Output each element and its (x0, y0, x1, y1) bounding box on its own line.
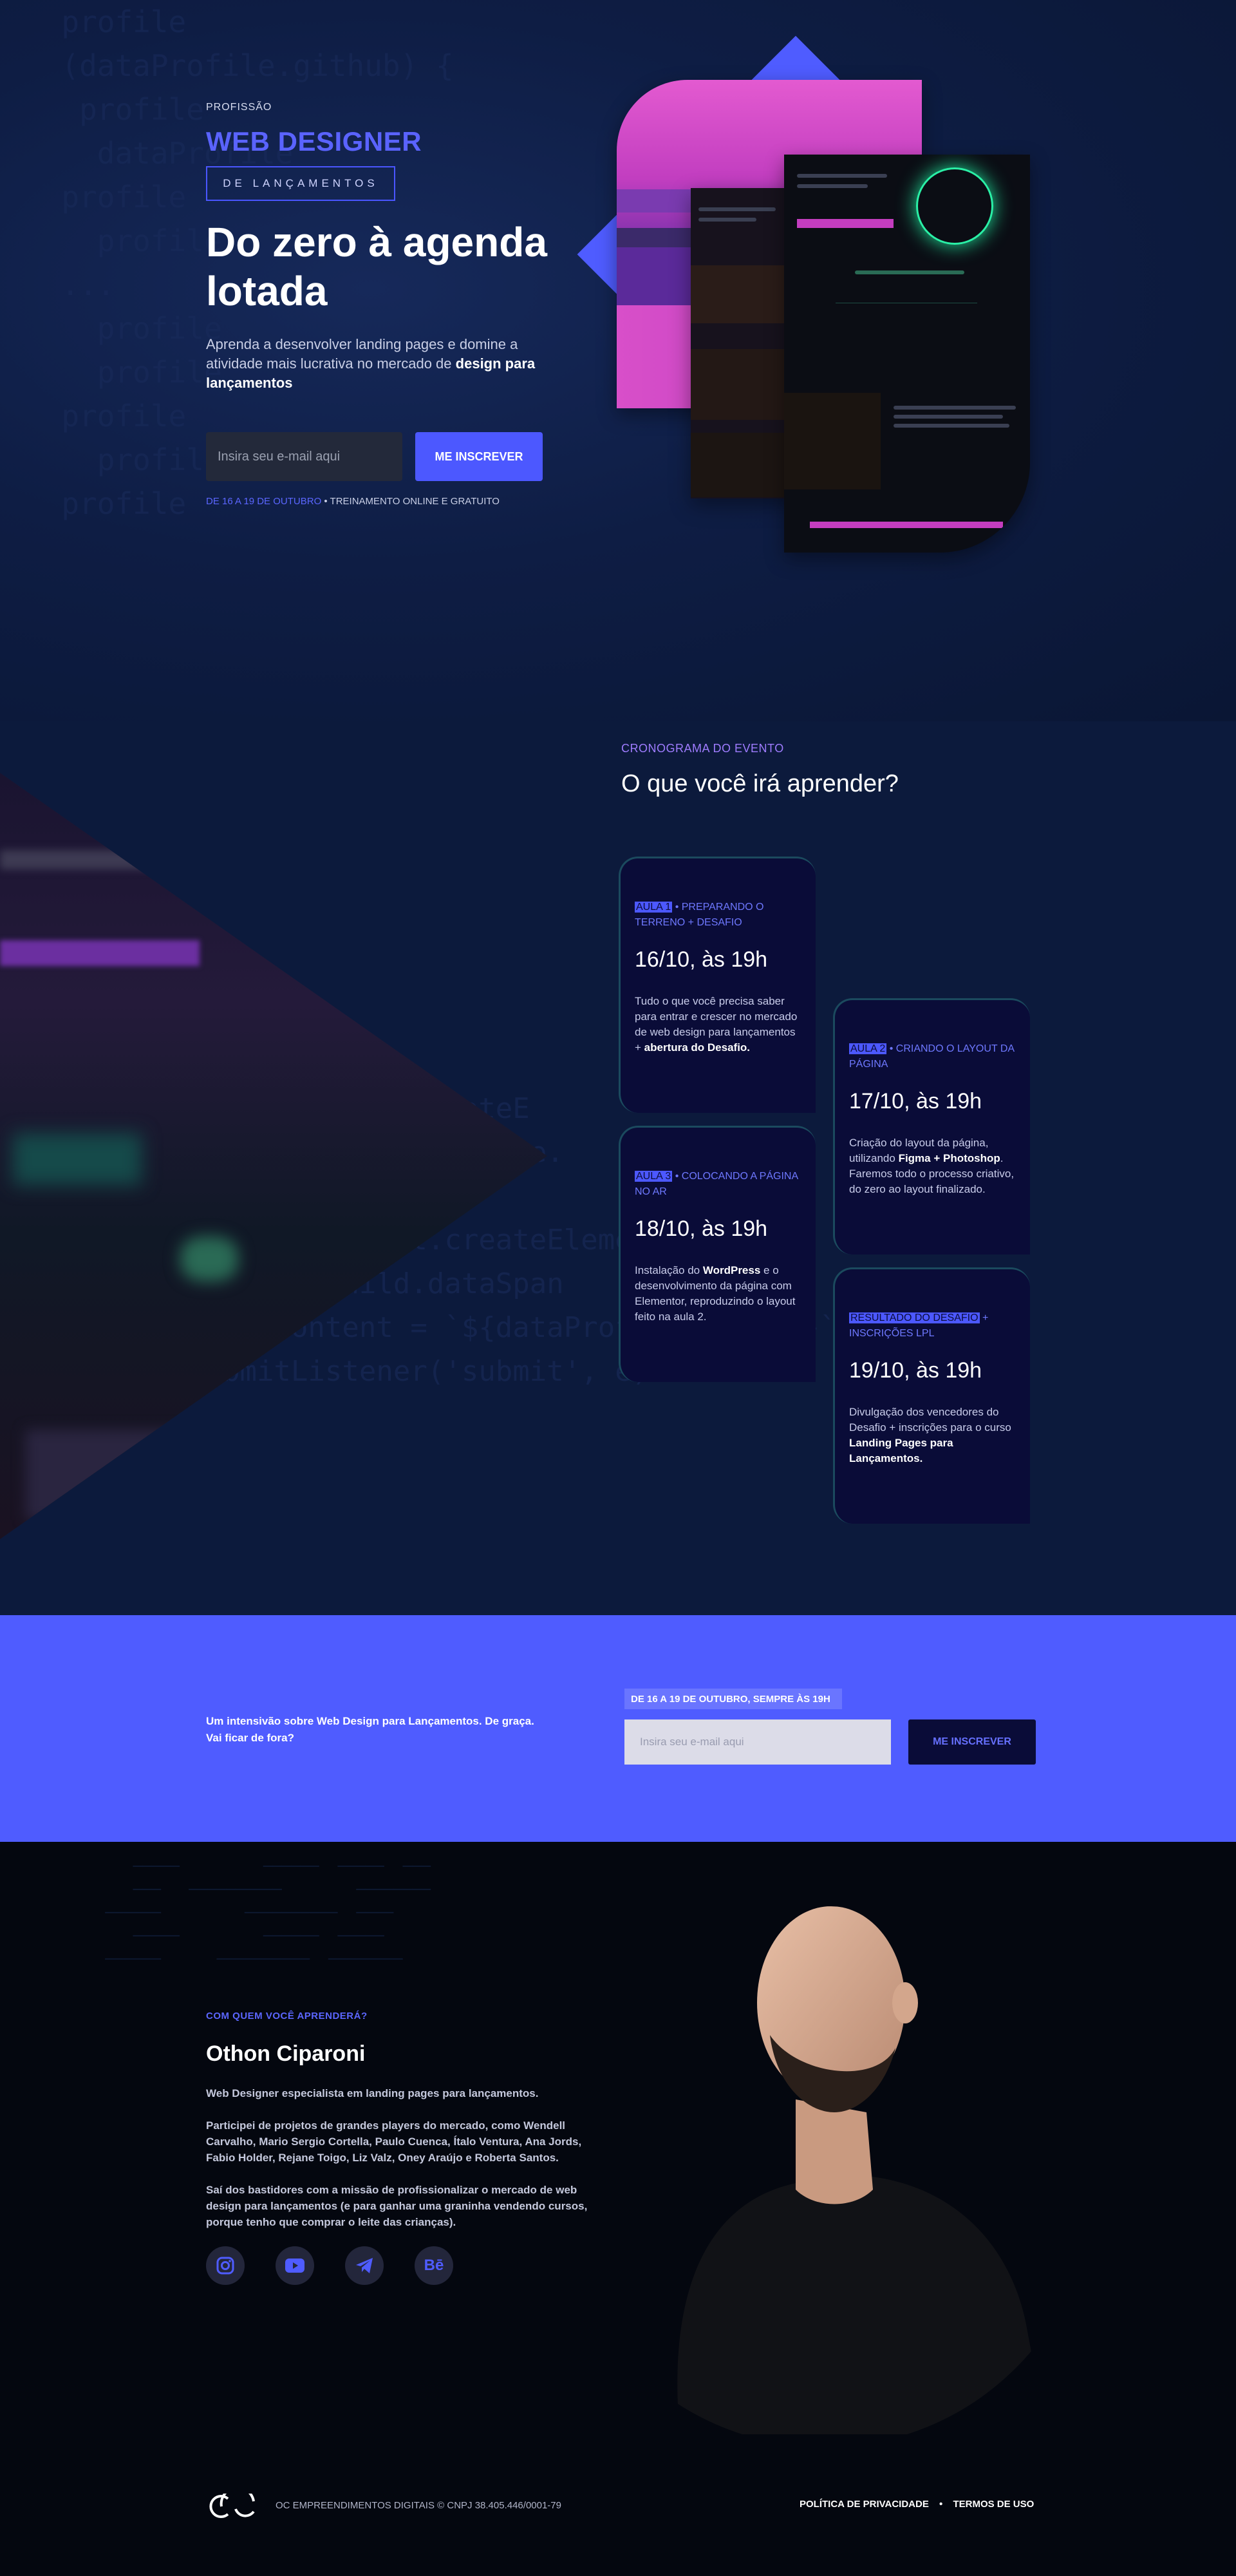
telegram-icon[interactable] (345, 2246, 384, 2285)
band-email-input[interactable] (624, 1719, 891, 1765)
instructor-name: Othon Ciparoni (206, 2041, 366, 2066)
signup-band: Um intensivão sobre Web Design para Lanç… (0, 1615, 1236, 1842)
schedule-card: AULA 3 • COLOCANDO A PÁGINA NO AR 18/10,… (619, 1126, 816, 1382)
about-section: ───── ────── ───── ─── ─── ────────── ──… (0, 1842, 1236, 2576)
oc-logo (209, 2494, 255, 2518)
about-paragraph: Participei de projetos de grandes player… (206, 2119, 582, 2164)
card-text-b: WordPress (702, 1264, 761, 1276)
footer-links: POLÍTICA DE PRIVACIDADE • TERMOS DE USO (796, 2499, 1038, 2510)
schedule-title: O que você irá aprender? (621, 770, 899, 797)
card-date: 18/10, às 19h (635, 1217, 768, 1241)
card-tag-highlight: AULA 1 (635, 902, 673, 913)
code-background: ───── ────── ───── ─── ─── ────────── ──… (105, 1857, 431, 1968)
card-text: Instalação do WordPress e o desenvolvime… (635, 1263, 803, 1325)
card-text-b: abertura do Desafio. (644, 1041, 751, 1054)
about-paragraph: Web Designer especialista em landing pag… (206, 2087, 539, 2099)
footer-separator: • (939, 2499, 943, 2510)
card-tag: AULA 3 • COLOCANDO A PÁGINA NO AR (635, 1169, 803, 1200)
youtube-icon[interactable] (276, 2246, 314, 2285)
role-subtitle: DE LANÇAMENTOS (206, 166, 395, 201)
card-tag-highlight: RESULTADO DO DESAFIO (849, 1312, 980, 1323)
card-tag: AULA 2 • CRIANDO O LAYOUT DA PÁGINA (849, 1041, 1018, 1072)
hero-headline: Do zero à agenda lotada (206, 219, 547, 314)
card-date: 16/10, às 19h (635, 947, 768, 972)
about-paragraph: Saí dos bastidores com a missão de profi… (206, 2184, 588, 2228)
card-date: 17/10, às 19h (849, 1089, 982, 1113)
terms-link[interactable]: TERMOS DE USO (953, 2499, 1034, 2510)
behance-icon[interactable]: Bē (415, 2246, 453, 2285)
card-date: 19/10, às 19h (849, 1358, 982, 1383)
privacy-link[interactable]: POLÍTICA DE PRIVACIDADE (800, 2499, 929, 2510)
schedule-kicker: CRONOGRAMA DO EVENTO (621, 742, 784, 755)
card-text: Tudo o que você precisa saber para entra… (635, 994, 803, 1056)
card-tag: AULA 1 • PREPARANDO O TERRENO + DESAFIO (635, 900, 803, 931)
hero-date: DE 16 A 19 DE OUTUBRO • TREINAMENTO ONLI… (206, 496, 500, 507)
footer-copyright: OC EMPREENDIMENTOS DIGITAIS © CNPJ 38.40… (276, 2500, 561, 2511)
hero-subscribe-button[interactable]: ME INSCREVER (415, 432, 543, 481)
date-highlight: DE 16 A 19 DE OUTUBRO (206, 496, 322, 507)
instructor-portrait (677, 1906, 1047, 2434)
hero-description: Aprenda a desenvolver landing pages e do… (206, 335, 541, 393)
card-text-a: Instalação do (635, 1264, 703, 1276)
card-tag: RESULTADO DO DESAFIO + INSCRIÇÕES LPL (849, 1311, 1018, 1341)
card-tag-highlight: AULA 2 (849, 1043, 887, 1054)
schedule-card: AULA 2 • CRIANDO O LAYOUT DA PÁGINA 17/1… (833, 998, 1030, 1255)
behance-label: Bē (424, 2257, 444, 2274)
band-date-badge: DE 16 A 19 DE OUTUBRO, SEMPRE ÀS 19H (624, 1689, 842, 1709)
instagram-icon[interactable] (206, 2246, 245, 2285)
hero-section: profile (dataProfile.github) { profile d… (0, 0, 1236, 721)
schedule-section: node document.createE text = fireBase. e… (0, 721, 1236, 1615)
card-text: Divulgação dos vencedores do Desafio + i… (849, 1405, 1018, 1466)
profession-label: PROFISSÃO (206, 102, 272, 113)
blurred-page-preview (0, 773, 547, 1539)
date-rest: • TREINAMENTO ONLINE E GRATUITO (321, 496, 500, 507)
card-text-a: Divulgação dos vencedores do Desafio + i… (849, 1406, 1011, 1434)
schedule-card: AULA 1 • PREPARANDO O TERRENO + DESAFIO … (619, 857, 816, 1113)
landing-mockup-neon (784, 155, 1030, 553)
card-text: Criação do layout da página, utilizando … (849, 1135, 1018, 1197)
band-subscribe-button[interactable]: ME INSCREVER (908, 1719, 1036, 1765)
card-tag-highlight: AULA 3 (635, 1171, 673, 1182)
card-text-b: Figma + Photoshop (898, 1152, 1000, 1164)
about-kicker: COM QUEM VOCÊ APRENDERÁ? (206, 2011, 368, 2022)
band-text: Um intensivão sobre Web Design para Lanç… (206, 1715, 534, 1744)
schedule-card: RESULTADO DO DESAFIO + INSCRIÇÕES LPL 19… (833, 1267, 1030, 1524)
role-title: WEB DESIGNER (206, 126, 422, 156)
hero-email-input[interactable] (206, 432, 402, 481)
card-text-b: Landing Pages para Lançamentos. (849, 1437, 953, 1464)
neon-ring (916, 167, 993, 245)
